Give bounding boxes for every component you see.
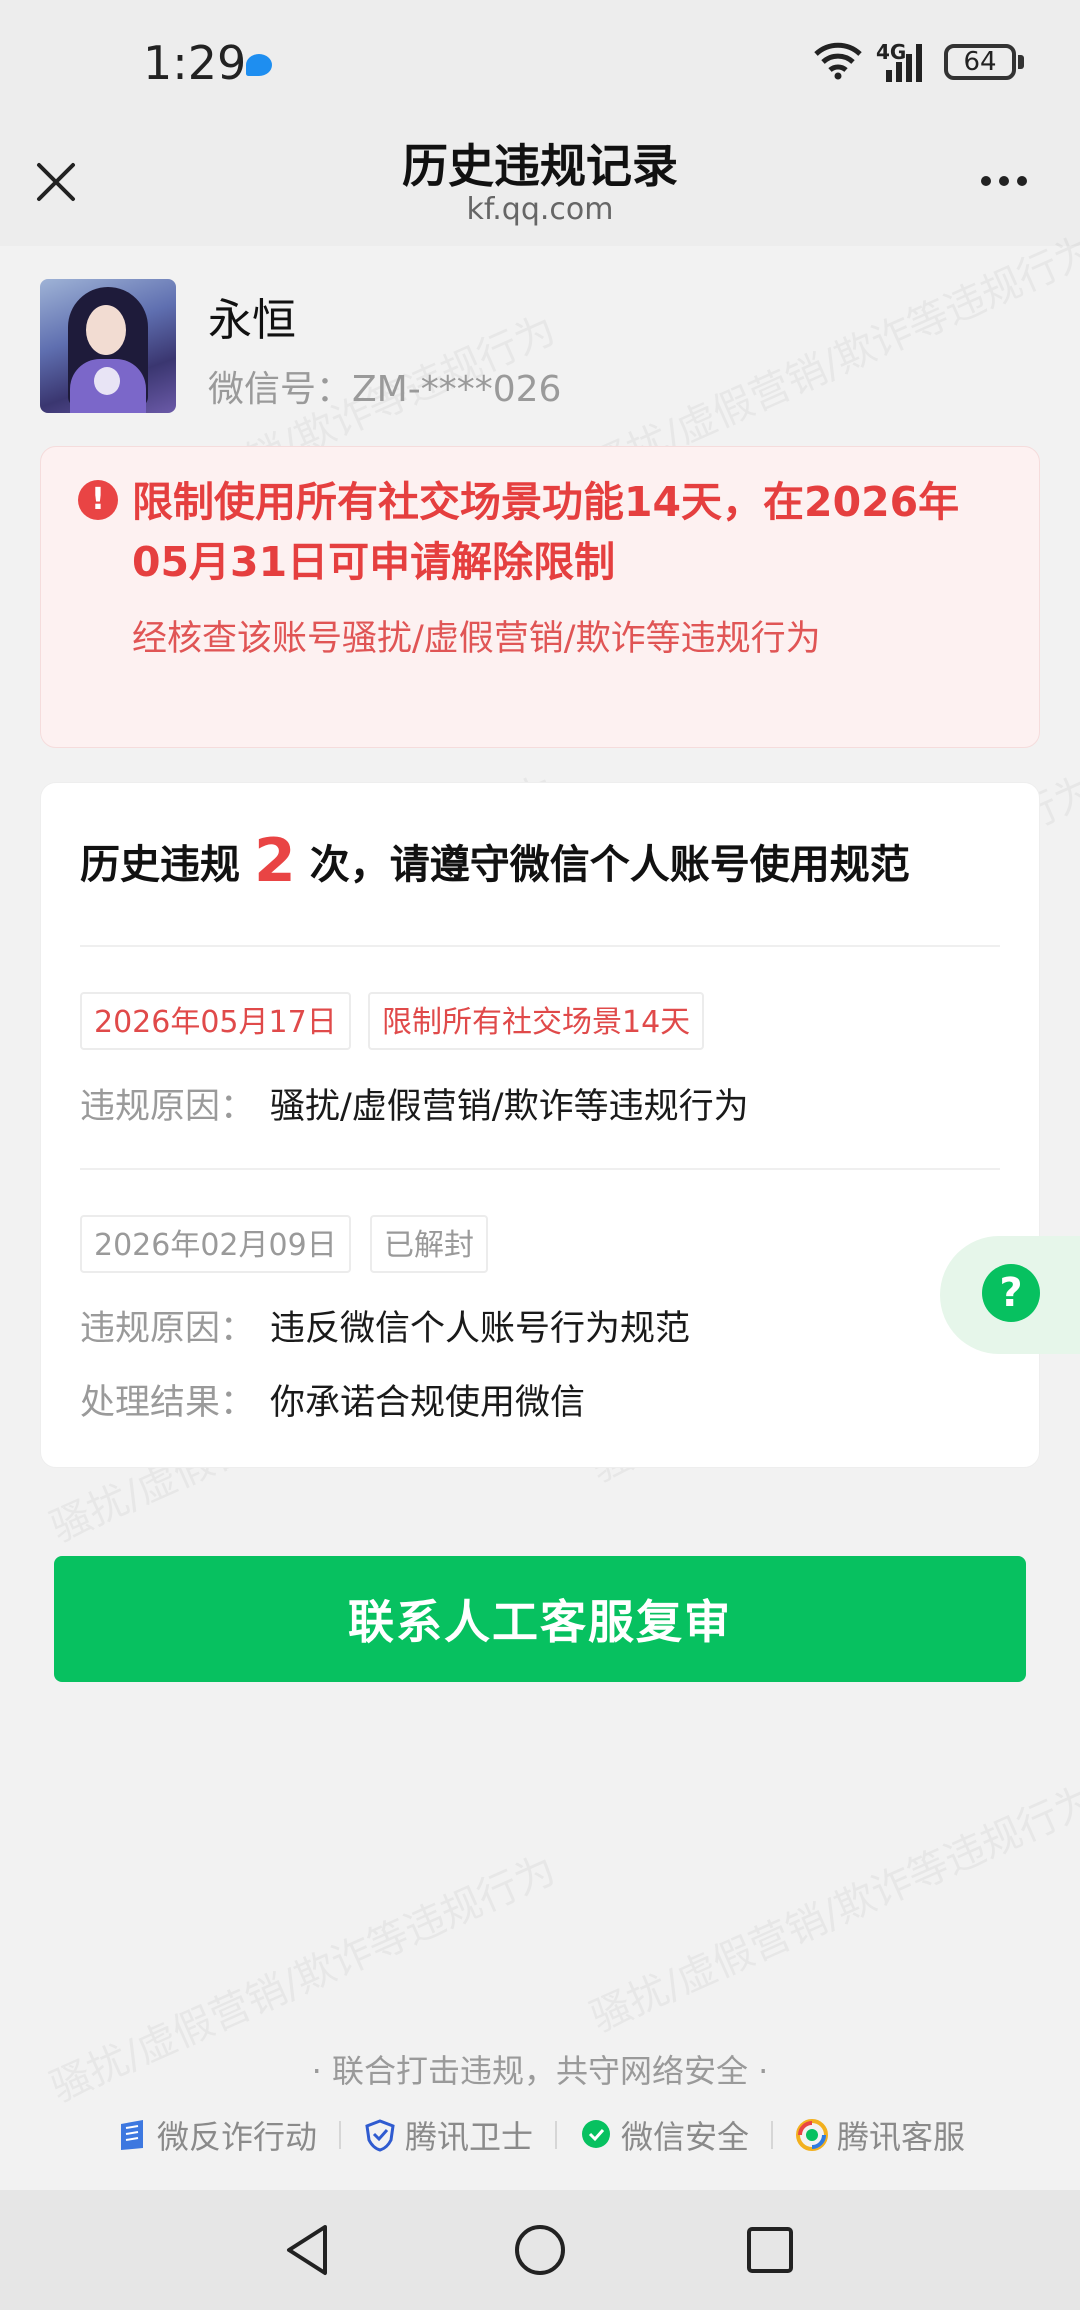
wifi-icon xyxy=(814,42,862,80)
more-dot-icon xyxy=(999,176,1009,186)
reason-label: 违规原因： xyxy=(80,1087,256,1127)
exclamation-icon: ! xyxy=(78,480,118,520)
record-status-tag: 已解封 xyxy=(370,1215,488,1273)
status-time: 1:29 xyxy=(143,36,247,90)
recents-square-icon xyxy=(747,2227,793,2273)
partner-label: 微反诈行动 xyxy=(156,2118,317,2156)
more-dot-icon xyxy=(981,176,991,186)
separator xyxy=(555,2121,557,2149)
reason-value: 骚扰/虚假营销/欺诈等违规行为 xyxy=(270,1087,749,1127)
back-button[interactable] xyxy=(276,2218,340,2282)
battery-tip xyxy=(1018,55,1024,69)
record-date-tag: 2026年02月09日 xyxy=(80,1215,351,1273)
divider xyxy=(80,1168,1000,1170)
more-options-button[interactable] xyxy=(970,156,1038,206)
battery-indicator: 64 xyxy=(944,44,1016,80)
home-circle-icon xyxy=(515,2225,565,2275)
history-heading: 历史违规 2 次，请遵守微信个人账号使用规范 xyxy=(80,826,910,896)
partner-label: 腾讯卫士 xyxy=(404,2118,533,2156)
restriction-title: 限制使用所有社交场景功能14天，在2026年05月31日可申请解除限制 xyxy=(132,478,960,586)
separator xyxy=(338,2121,341,2149)
result-label: 处理结果： xyxy=(80,1383,256,1423)
watermark: 骚扰/虚假营销/欺诈等违规行为 xyxy=(580,1768,1080,2043)
violation-count: 2 xyxy=(254,826,296,896)
tencent-support-icon xyxy=(796,2119,829,2151)
home-button[interactable] xyxy=(508,2218,572,2282)
partner-tencent-support[interactable]: 腾讯客服 xyxy=(795,2112,965,2158)
more-dot-icon xyxy=(1017,176,1027,186)
question-icon[interactable]: ? xyxy=(982,1264,1040,1322)
partner-anti-fraud[interactable]: 微反诈行动 xyxy=(115,2112,317,2158)
separator xyxy=(771,2121,774,2149)
recents-button[interactable] xyxy=(738,2218,802,2282)
avatar xyxy=(40,279,176,413)
user-nickname: 永恒 xyxy=(208,295,296,346)
reason-label: 违规原因： xyxy=(80,1309,256,1349)
back-triangle-icon xyxy=(287,2225,327,2275)
signal-strength-icon xyxy=(886,44,922,82)
divider xyxy=(80,945,1000,947)
partner-links: 微反诈行动 腾讯卫士 微信安全 腾讯客服 xyxy=(0,2112,1080,2158)
partner-label: 微信安全 xyxy=(621,2118,750,2156)
result-value: 你承诺合规使用微信 xyxy=(270,1383,586,1423)
footer-slogan: · 联合打击违规，共守网络安全 · xyxy=(311,2052,769,2090)
record-status-tag: 限制所有社交场景14天 xyxy=(368,992,705,1050)
contact-support-review-button[interactable]: 联系人工客服复审 xyxy=(54,1556,1026,1682)
partner-tencent-guard[interactable]: 腾讯卫士 xyxy=(363,2112,533,2158)
wechat-security-icon xyxy=(582,2120,610,2148)
page-domain: kf.qq.com xyxy=(466,192,614,227)
anti-fraud-icon xyxy=(120,2120,143,2150)
reason-value: 违反微信个人账号行为规范 xyxy=(270,1309,691,1349)
record-date-tag: 2026年05月17日 xyxy=(80,992,351,1050)
restriction-description: 经核查该账号骚扰/虚假营销/欺诈等违规行为 xyxy=(132,619,821,659)
history-heading-suffix: 次，请遵守微信个人账号使用规范 xyxy=(309,842,910,888)
message-notification-icon xyxy=(246,54,272,76)
wechat-id: 微信号：ZM-****026 xyxy=(208,369,562,410)
partner-wechat-security[interactable]: 微信安全 xyxy=(579,2112,749,2158)
partner-label: 腾讯客服 xyxy=(837,2118,966,2156)
history-heading-prefix: 历史违规 xyxy=(80,842,240,888)
page-title: 历史违规记录 xyxy=(402,139,678,193)
shield-icon xyxy=(365,2119,395,2152)
